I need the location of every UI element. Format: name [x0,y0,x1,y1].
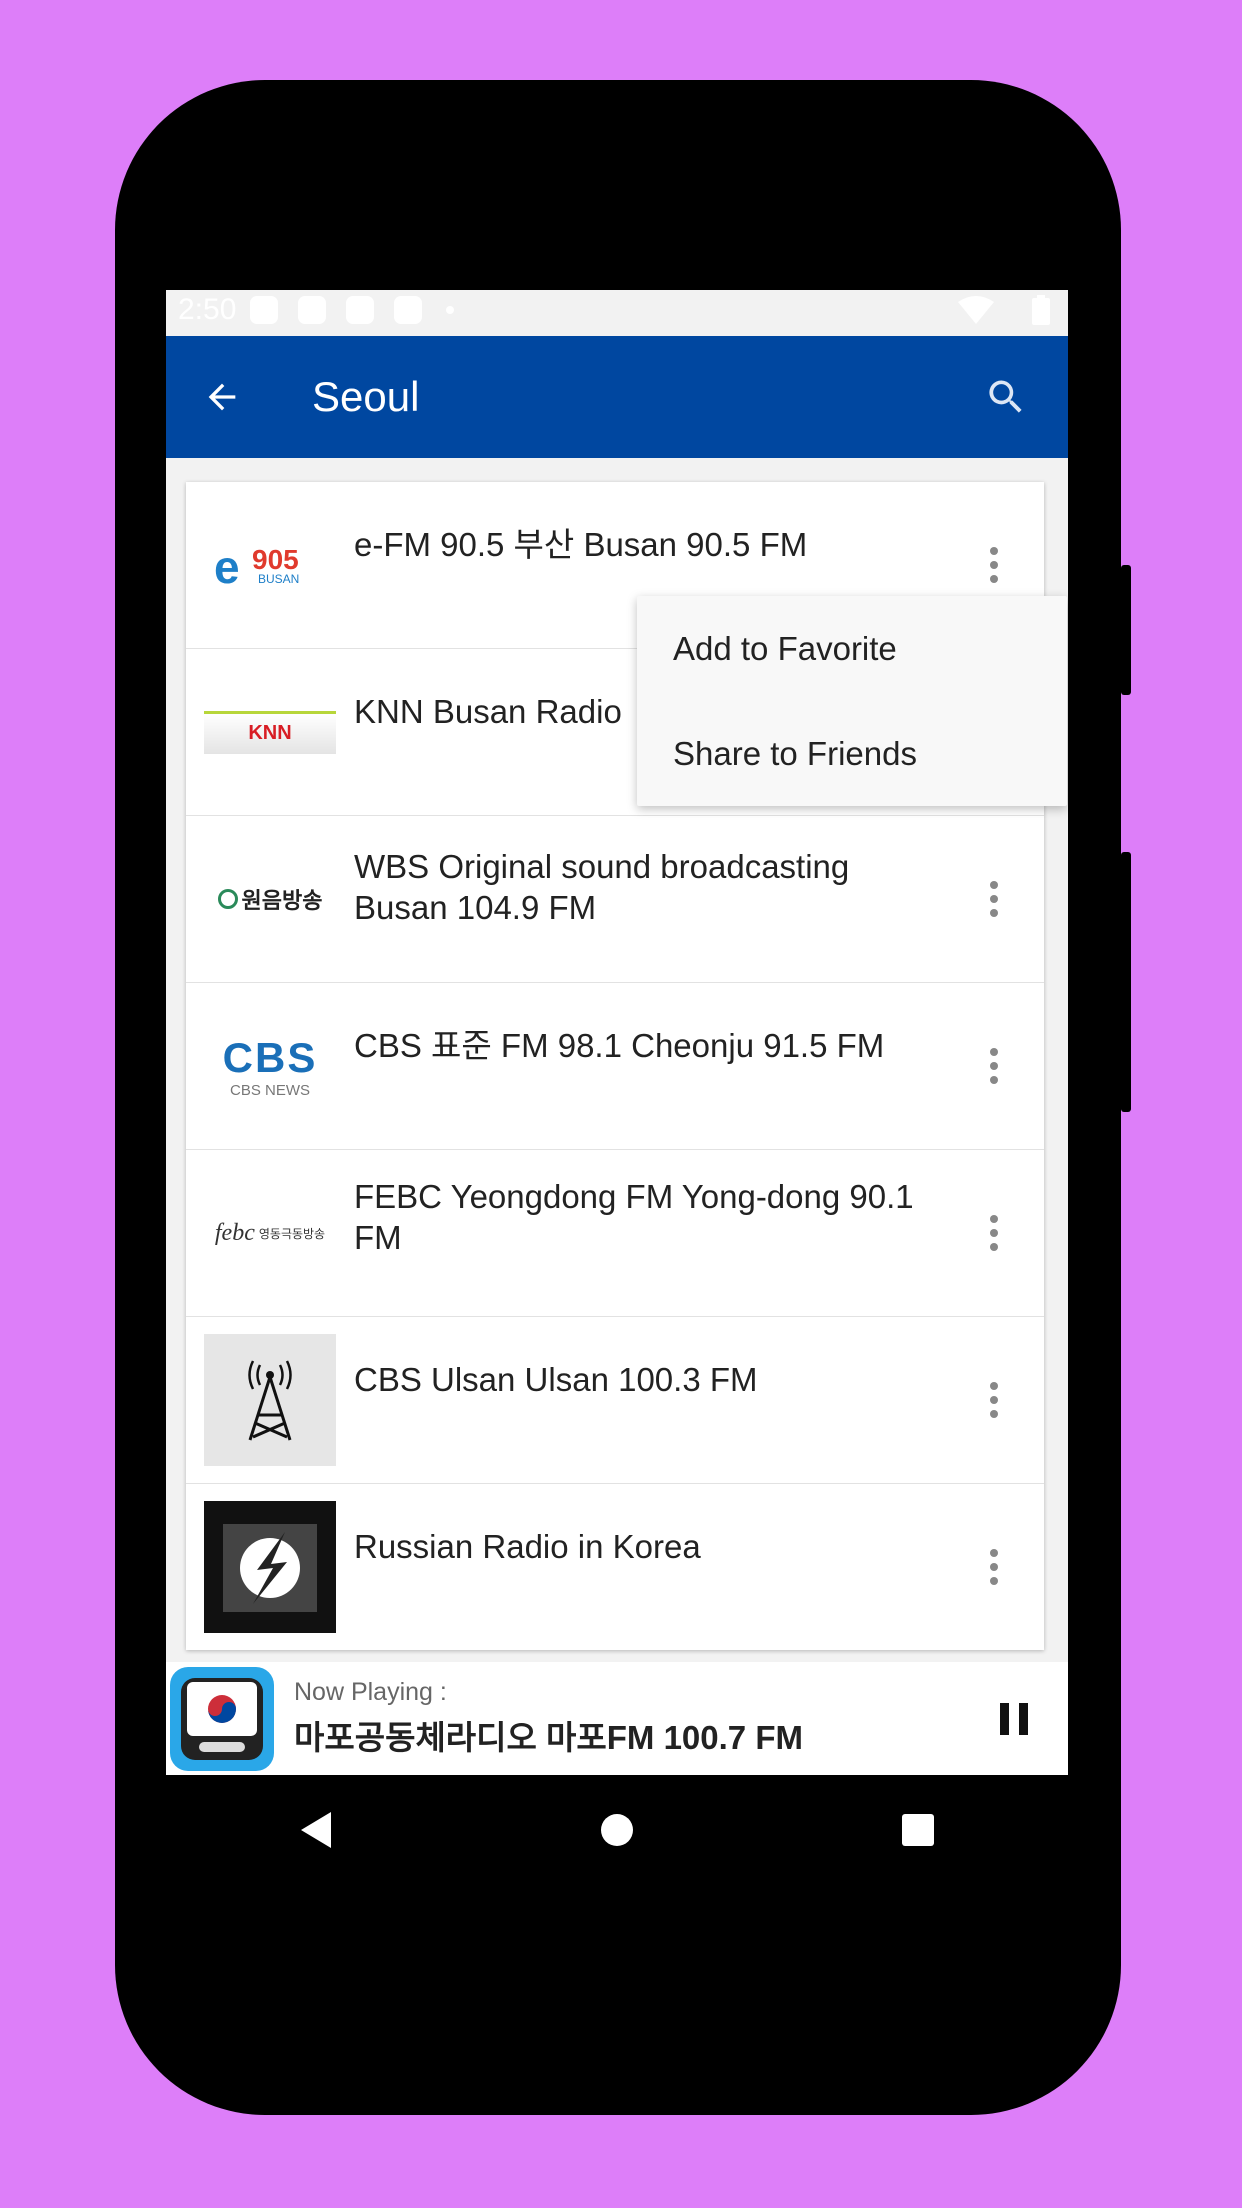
notification-icon [250,296,279,324]
nav-back-button[interactable] [299,1812,333,1848]
more-options-button[interactable] [990,881,998,917]
more-options-button[interactable] [990,1215,998,1251]
station-row[interactable]: CBS Ulsan Ulsan 100.3 FM [186,1317,1044,1484]
volume-button [1121,565,1131,695]
status-bar: 2:50 [166,285,1068,335]
efm-905-busan-logo: e 905 BUSAN [204,499,336,631]
lightning-logo [204,1501,336,1633]
more-notifications-icon [446,306,455,314]
knn-logo: KNN [204,666,336,798]
nav-home-button[interactable] [600,1813,634,1847]
page-title: Seoul [312,373,420,420]
svg-text:905: 905 [252,544,299,575]
context-menu: Add to Favorite Share to Friends [637,596,1067,806]
station-name: e-FM 90.5 부산 Busan 90.5 FM [354,526,808,563]
more-options-button[interactable] [990,1382,998,1418]
cbs-logo-text: CBS [222,1033,318,1081]
now-playing-bar[interactable]: Now Playing : 마포공동체라디오 마포FM 100.7 FM [166,1662,1068,1775]
app-bar: Seoul [166,336,1068,458]
wifi-icon [958,296,994,324]
febc-logo: febc 영동극동방송 [204,1167,336,1299]
search-button[interactable] [984,375,1028,419]
status-time: 2:50 [178,293,237,326]
battery-icon [1032,295,1050,325]
pause-button[interactable] [1000,1702,1028,1735]
station-name: CBS 표준 FM 98.1 Cheonju 91.5 FM [354,1027,885,1064]
notification-icon [394,296,423,324]
station-name: WBS Original sound broadcasting Busan 10… [354,848,850,926]
nav-recents-button[interactable] [901,1813,935,1847]
station-name: FEBC Yeongdong FM Yong-dong 90.1 FM [354,1178,914,1256]
station-row[interactable]: 원음방송 WBS Original sound broadcasting Bus… [186,816,1044,983]
station-name: CBS Ulsan Ulsan 100.3 FM [354,1361,758,1398]
menu-item-share-friends[interactable]: Share to Friends [637,701,1067,806]
search-icon [989,380,1022,413]
cbs-news-text: CBS NEWS [229,1081,310,1099]
more-options-button[interactable] [990,1549,998,1585]
pause-icon [1000,1702,1009,1735]
more-options-button[interactable] [990,1048,998,1084]
wbs-logo-text: 원음방송 [241,888,323,913]
radio-tower-icon [204,1334,336,1466]
notification-icon [298,296,327,324]
station-artwork [170,1666,274,1771]
station-row[interactable]: CBS CBS NEWS CBS 표준 FM 98.1 Cheonju 91.5… [186,983,1044,1150]
more-options-button[interactable] [990,547,998,583]
arrow-left-icon [208,383,236,411]
svg-text:BUSAN: BUSAN [258,572,299,586]
cbs-news-logo: CBS CBS NEWS [204,1000,336,1132]
station-row[interactable]: Russian Radio in Korea [186,1484,1044,1650]
now-playing-label: Now Playing : [294,1678,447,1706]
wbs-logo: 원음방송 [204,833,336,965]
menu-item-add-favorite[interactable]: Add to Favorite [637,596,1067,701]
svg-text:e: e [214,541,240,593]
now-playing-track: 마포공동체라디오 마포FM 100.7 FM [294,1719,803,1756]
knn-logo-text: KNN [248,722,292,744]
febc-logo-text: febc [214,1219,255,1246]
system-nav-bar [166,1775,1068,1885]
notification-icon [346,296,375,324]
febc-logo-subtext: 영동극동방송 [258,1226,326,1241]
back-button[interactable] [202,377,262,417]
station-row[interactable]: febc 영동극동방송 FEBC Yeongdong FM Yong-dong … [186,1150,1044,1317]
korean-flag-radio-icon [181,1677,263,1760]
station-name: Russian Radio in Korea [354,1528,701,1565]
power-button [1121,852,1131,1112]
